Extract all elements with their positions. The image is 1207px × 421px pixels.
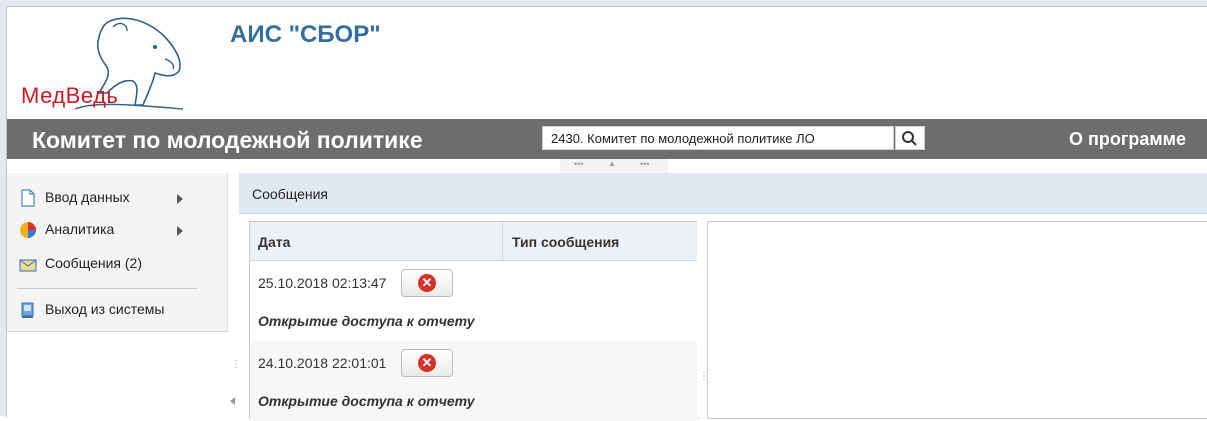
envelope-icon	[19, 259, 37, 272]
table-row[interactable]: 24.10.2018 22:01:01 ✕ Открытие доступа к…	[250, 341, 698, 421]
column-header-date[interactable]: Дата	[258, 234, 290, 250]
logo[interactable]: МедВедь	[15, 13, 185, 113]
top-bar: Комитет по молодежной политике 2430. Ком…	[7, 119, 1207, 159]
sidebar-item-logout[interactable]: Выход из системы	[7, 295, 227, 325]
collapse-up-icon[interactable]: ▲	[608, 159, 616, 168]
sidebar: Ввод данных Аналитика Сообщения (2) Выхо…	[7, 173, 228, 332]
sidebar-item-label: Сообщения (2)	[45, 255, 142, 271]
splitter-dots-icon: •••	[640, 159, 650, 169]
message-detail-panel	[707, 221, 1207, 419]
search-button[interactable]	[895, 126, 925, 150]
document-icon	[21, 189, 35, 207]
organization-name: Комитет по молодежной политике	[32, 127, 423, 153]
sidebar-item-label: Аналитика	[45, 221, 115, 237]
layout-splitter-handle[interactable]: ••• ▲ •••	[560, 159, 668, 174]
message-type: Открытие доступа к отчету	[258, 393, 475, 409]
delete-message-button[interactable]: ✕	[401, 269, 453, 297]
sidebar-item-data-entry[interactable]: Ввод данных	[7, 183, 227, 213]
sidebar-item-messages[interactable]: Сообщения (2)	[7, 249, 227, 279]
organization-select[interactable]: 2430. Комитет по молодежной политике ЛО	[542, 126, 894, 150]
message-date: 25.10.2018 02:13:47	[258, 275, 387, 291]
column-header-message-type[interactable]: Тип сообщения	[512, 234, 619, 250]
sidebar-item-label: Выход из системы	[45, 301, 165, 317]
messages-table: Дата Тип сообщения 25.10.2018 02:13:47 ✕…	[249, 221, 699, 421]
sidebar-divider	[17, 288, 197, 289]
message-date: 24.10.2018 22:01:01	[258, 355, 387, 371]
splitter-dots-icon: ⋮	[231, 359, 241, 370]
computer-icon	[21, 302, 34, 318]
page: МедВедь АИС "СБОР" Комитет по молодежной…	[6, 6, 1207, 421]
submenu-arrow-icon	[177, 194, 183, 204]
sidebar-splitter[interactable]: ⋮	[228, 173, 241, 417]
delete-icon: ✕	[418, 274, 436, 292]
about-link[interactable]: О программе	[1069, 129, 1186, 150]
detail-splitter[interactable]: ⋮	[697, 221, 709, 417]
delete-message-button[interactable]: ✕	[401, 349, 453, 377]
app-title: АИС "СБОР"	[230, 21, 381, 48]
pie-chart-icon	[20, 222, 36, 238]
splitter-dots-icon: •••	[574, 159, 584, 169]
search-icon	[902, 131, 917, 146]
table-header: Дата Тип сообщения	[250, 222, 698, 261]
sidebar-item-label: Ввод данных	[45, 189, 130, 205]
sidebar-item-analytics[interactable]: Аналитика	[7, 215, 227, 245]
column-divider[interactable]	[502, 222, 503, 260]
content-title: Сообщения	[252, 186, 328, 202]
table-row[interactable]: 25.10.2018 02:13:47 ✕ Открытие доступа к…	[250, 261, 698, 341]
delete-icon: ✕	[418, 354, 436, 372]
submenu-arrow-icon	[177, 226, 183, 236]
collapse-left-icon[interactable]	[230, 397, 235, 405]
content-header: Сообщения	[239, 173, 1207, 214]
message-type: Открытие доступа к отчету	[258, 313, 475, 329]
logo-text: МедВедь	[21, 83, 119, 108]
